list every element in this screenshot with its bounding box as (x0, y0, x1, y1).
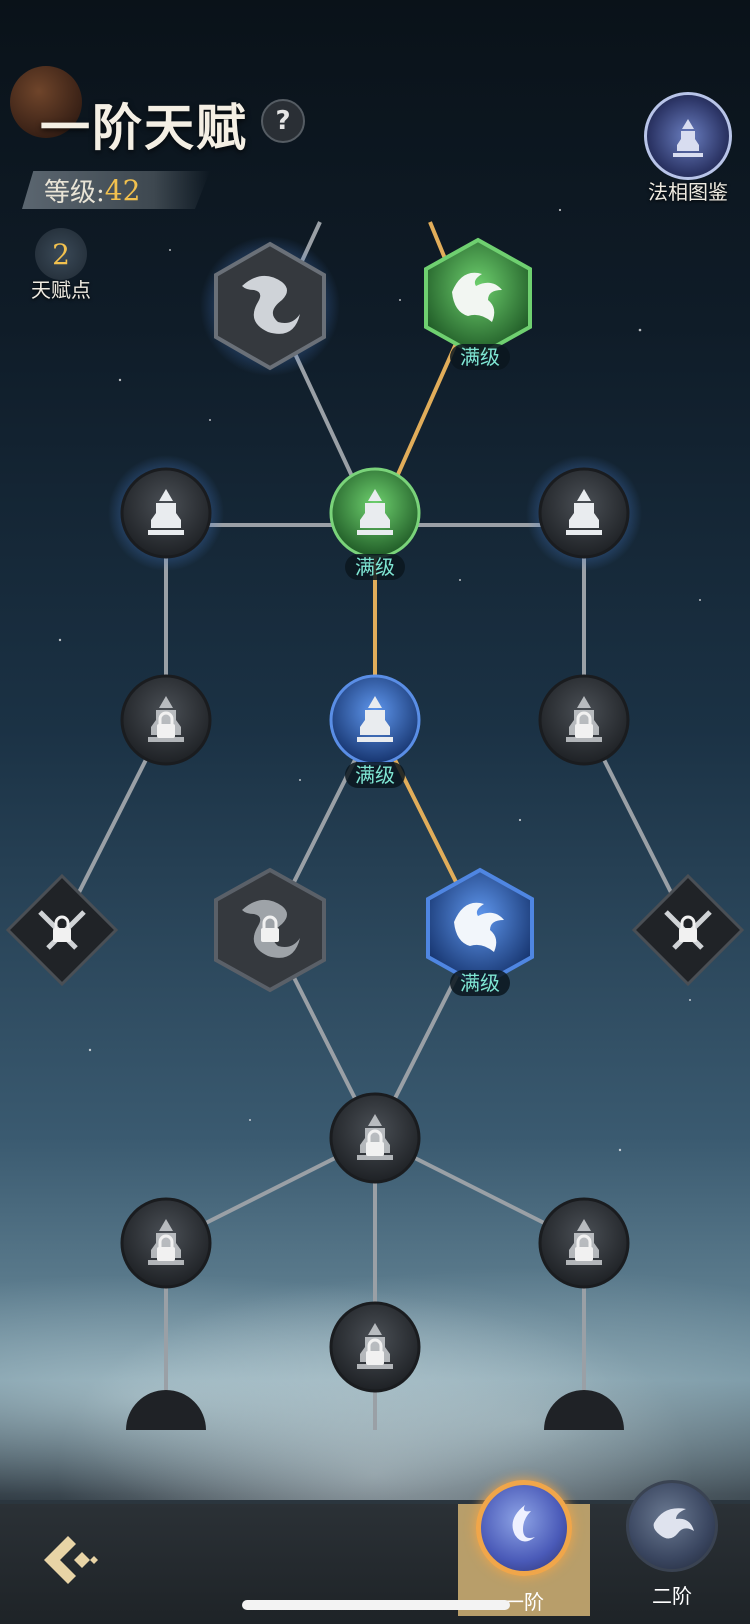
locked-dragon-node[interactable] (214, 867, 326, 993)
locked-statue-node-mid[interactable] (329, 1092, 421, 1184)
max-level-badge: 满级 (450, 344, 510, 370)
spirit-orb-icon (626, 1480, 718, 1572)
max-level-badge: 满级 (450, 970, 510, 996)
locked-statue-node-bottom[interactable] (329, 1301, 421, 1393)
statue-talent-node-right[interactable] (526, 455, 642, 571)
statue-talent-node-blue-maxed[interactable] (329, 674, 421, 766)
statue-talent-node-center-maxed[interactable] (329, 467, 421, 559)
flame-orb-icon (476, 1480, 572, 1576)
locked-statue-node-lower-left[interactable] (120, 1197, 212, 1289)
tab-tier-2-label: 二阶 (652, 1584, 692, 1608)
phoenix-talent-node-maxed[interactable] (424, 237, 532, 359)
locked-statue-node-left[interactable] (120, 674, 212, 766)
home-indicator (242, 1600, 510, 1610)
tab-tier-2[interactable]: 二阶 (606, 1480, 738, 1616)
statue-talent-node-left[interactable] (108, 455, 224, 571)
locked-sword-node-left[interactable] (5, 873, 119, 987)
back-button[interactable] (30, 1520, 110, 1600)
partial-node-left (126, 1390, 206, 1430)
partial-node-right (544, 1390, 624, 1430)
max-level-badge: 满级 (345, 762, 405, 788)
locked-sword-node-right[interactable] (631, 873, 745, 987)
dragon-talent-node[interactable] (200, 236, 340, 376)
locked-statue-node-lower-right[interactable] (538, 1197, 630, 1289)
max-level-badge: 满级 (345, 554, 405, 580)
phoenix-talent-node-blue-maxed[interactable] (426, 867, 534, 989)
back-arrow-icon (44, 1536, 98, 1584)
talent-tree (5, 221, 745, 1430)
locked-statue-node-right[interactable] (538, 674, 630, 766)
